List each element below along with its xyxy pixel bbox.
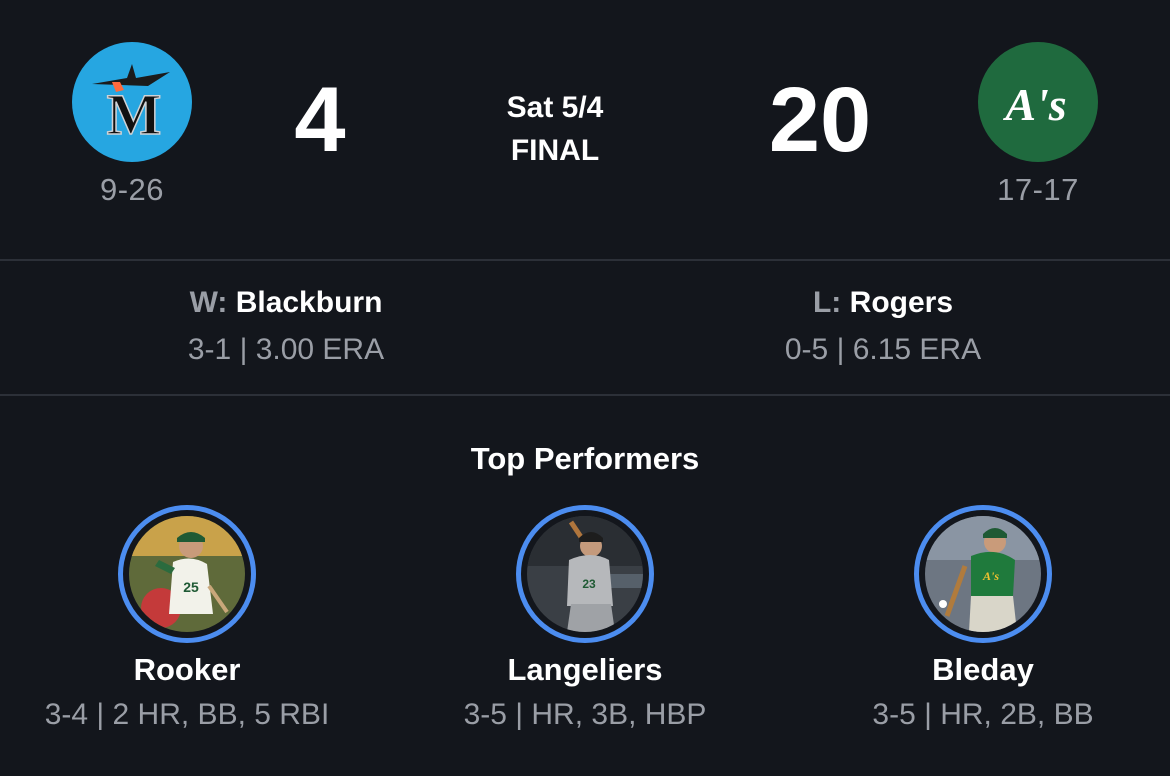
athletics-logo-icon: A's <box>978 42 1098 162</box>
performer-rooker[interactable]: 25 Rooker 3-4 | 2 HR, BB, 5 RBI <box>0 505 387 732</box>
game-status: Sat 5/4 FINAL <box>455 86 655 172</box>
marlins-logo-letter: M <box>107 82 162 147</box>
avatar[interactable]: 23 <box>516 505 654 643</box>
winning-pitcher-name: Blackburn <box>235 286 383 319</box>
losing-pitcher-tag: L: <box>812 286 842 319</box>
player-photo: 23 <box>527 516 643 632</box>
athletics-logo-letters: A's <box>1002 79 1066 130</box>
winning-pitcher-tag: W: <box>189 286 228 319</box>
player-photo: A's <box>925 516 1041 632</box>
performer-stats: 3-5 | HR, 2B, BB <box>872 698 1094 731</box>
avatar[interactable]: A's <box>914 505 1052 643</box>
svg-text:A's: A's <box>982 569 999 583</box>
losing-pitcher-name: Rogers <box>849 286 954 319</box>
player-photo: 25 <box>129 516 245 632</box>
performer-name: Bleday <box>932 652 1034 687</box>
winning-pitcher-stats: 3-1 | 3.00 ERA <box>187 333 385 366</box>
marlins-logo-icon: M <box>72 42 192 162</box>
divider <box>0 394 1170 396</box>
avatar[interactable]: 25 <box>118 505 256 643</box>
home-score: 20 <box>768 69 872 171</box>
performer-stats: 3-5 | HR, 3B, HBP <box>463 698 707 731</box>
losing-pitcher[interactable]: L: Rogers 0-5 | 6.15 ERA <box>703 284 1063 367</box>
performer-langeliers[interactable]: 23 Langeliers 3-5 | HR, 3B, HBP <box>385 505 785 732</box>
performer-name: Rooker <box>133 652 241 687</box>
divider <box>0 259 1170 261</box>
losing-pitcher-stats: 0-5 | 6.15 ERA <box>784 333 982 366</box>
game-final-label: FINAL <box>510 134 600 167</box>
svg-text:23: 23 <box>582 577 596 591</box>
svg-text:25: 25 <box>183 579 199 595</box>
game-summary-card[interactable]: M 9-26 4 Sat 5/4 FINAL 20 A's 17-17 W: B… <box>0 0 1170 776</box>
performer-bleday[interactable]: A's Bleday 3-5 | HR, 2B, BB <box>783 505 1170 732</box>
performer-stats: 3-4 | 2 HR, BB, 5 RBI <box>44 698 330 731</box>
away-record: 9-26 <box>99 172 165 207</box>
away-score: 4 <box>294 69 346 171</box>
performer-name: Langeliers <box>507 652 663 687</box>
home-team[interactable]: A's 17-17 <box>978 42 1098 208</box>
top-performers-title: Top Performers <box>470 441 700 476</box>
away-team[interactable]: M 9-26 <box>72 42 192 208</box>
home-record: 17-17 <box>997 172 1079 207</box>
winning-pitcher[interactable]: W: Blackburn 3-1 | 3.00 ERA <box>106 284 466 367</box>
game-date: Sat 5/4 <box>506 91 604 124</box>
